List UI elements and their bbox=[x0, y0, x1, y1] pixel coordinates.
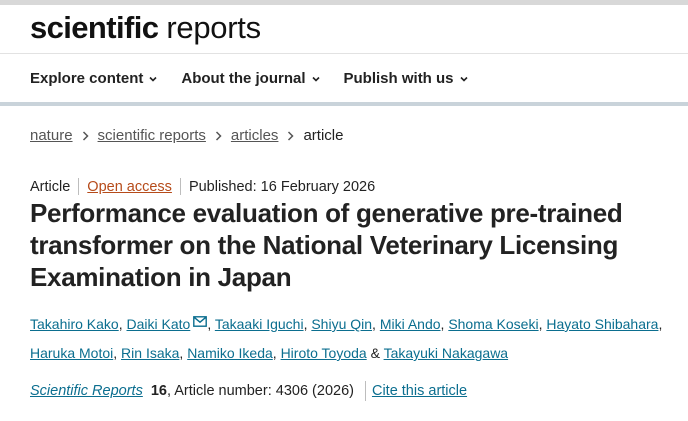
author-link[interactable]: Hayato Shibahara bbox=[546, 316, 658, 332]
author-separator: , bbox=[272, 345, 281, 361]
author-link[interactable]: Takahiro Kako bbox=[30, 316, 119, 332]
journal-link[interactable]: Scientific Reports bbox=[30, 383, 143, 399]
nav-explore-content[interactable]: Explore content bbox=[30, 70, 157, 87]
published-date: Published: 16 February 2026 bbox=[188, 178, 376, 195]
author-link[interactable]: Takaaki Iguchi bbox=[215, 316, 304, 332]
author-separator: , bbox=[113, 345, 122, 361]
breadcrumb-current: article bbox=[303, 127, 344, 144]
cite-this-article-link[interactable]: Cite this article bbox=[372, 383, 467, 399]
nav-about-journal[interactable]: About the journal bbox=[181, 70, 320, 87]
logo-word-reports: reports bbox=[166, 10, 261, 45]
nav-publish-with-us-label: Publish with us bbox=[343, 70, 454, 87]
article-number: , Article number: 4306 (2026) bbox=[166, 383, 354, 399]
breadcrumb: nature scientific reports articles artic… bbox=[30, 127, 343, 144]
header-divider bbox=[0, 53, 688, 54]
author-link[interactable]: Daiki Kato bbox=[127, 316, 191, 332]
nav-explore-content-label: Explore content bbox=[30, 70, 144, 87]
author-link[interactable]: Namiko Ikeda bbox=[187, 345, 273, 361]
chevron-right-icon bbox=[82, 130, 89, 141]
chevron-right-icon bbox=[215, 130, 222, 141]
main-nav: Explore content About the journal Publis… bbox=[30, 70, 492, 87]
author-list: Takahiro Kako, Daiki Kato, Takaaki Iguch… bbox=[30, 310, 680, 368]
citation-line: Scientific Reports 16 , Article number: … bbox=[30, 381, 467, 401]
author-link[interactable]: Shiyu Qin bbox=[311, 316, 372, 332]
article-type: Article bbox=[30, 178, 71, 195]
author-separator: , bbox=[372, 316, 380, 332]
mail-icon[interactable] bbox=[193, 316, 208, 327]
breadcrumb-articles[interactable]: articles bbox=[231, 127, 279, 144]
author-link[interactable]: Hiroto Toyoda bbox=[281, 345, 367, 361]
author-link[interactable]: Shoma Koseki bbox=[448, 316, 538, 332]
chevron-down-icon bbox=[311, 76, 320, 82]
article-title: Performance evaluation of generative pre… bbox=[30, 198, 623, 292]
meta-separator bbox=[179, 178, 181, 195]
chevron-right-icon bbox=[288, 130, 294, 141]
author-separator: , bbox=[118, 316, 127, 332]
open-access-link[interactable]: Open access bbox=[87, 179, 172, 195]
citation-separator bbox=[364, 381, 366, 401]
breadcrumb-scientific-reports[interactable]: scientific reports bbox=[98, 127, 206, 144]
author-link[interactable]: Haruka Motoi bbox=[30, 345, 113, 361]
nav-publish-with-us[interactable]: Publish with us bbox=[344, 70, 468, 87]
author-link[interactable]: Miki Ando bbox=[380, 316, 441, 332]
article-meta: Article Open access Published: 16 Februa… bbox=[30, 178, 375, 195]
nav-about-journal-label: About the journal bbox=[181, 70, 306, 87]
volume-number: 16 bbox=[150, 383, 167, 399]
logo-word-scientific: scientific bbox=[30, 10, 159, 45]
author-separator: , bbox=[207, 316, 215, 332]
journal-logo[interactable]: scientific reports bbox=[30, 10, 261, 46]
chevron-down-icon bbox=[149, 76, 157, 82]
author-separator: , bbox=[658, 316, 663, 332]
top-accent-bar bbox=[0, 0, 688, 5]
meta-separator bbox=[78, 178, 80, 195]
nav-divider bbox=[0, 102, 688, 106]
breadcrumb-nature[interactable]: nature bbox=[30, 127, 73, 144]
author-link[interactable]: Rin Isaka bbox=[121, 345, 179, 361]
chevron-down-icon bbox=[459, 76, 468, 82]
author-link[interactable]: Takayuki Nakagawa bbox=[384, 345, 509, 361]
author-separator: & bbox=[366, 345, 384, 361]
